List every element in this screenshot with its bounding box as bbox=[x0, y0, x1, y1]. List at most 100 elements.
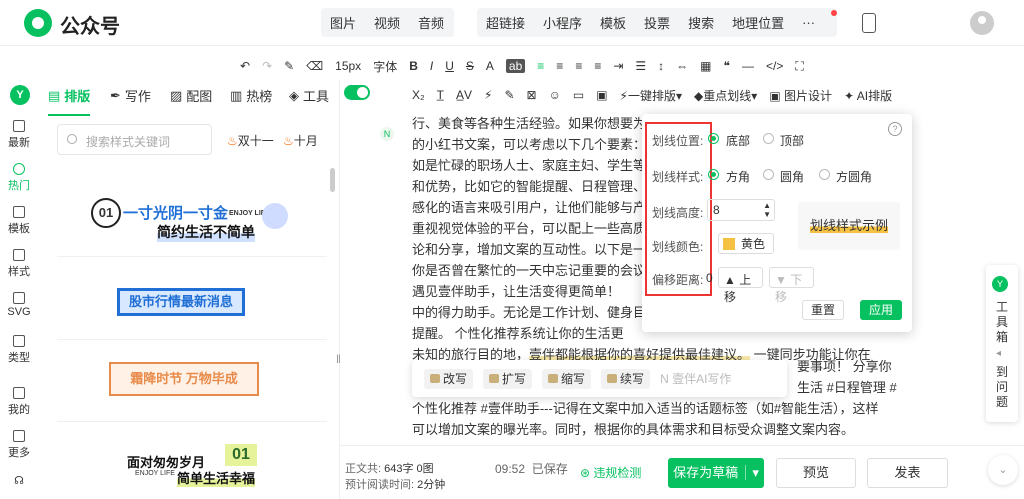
letter-spacing-icon[interactable]: A̲V bbox=[456, 88, 472, 102]
redo-icon[interactable]: ↷ bbox=[262, 59, 272, 73]
font-size-select[interactable]: 15px bbox=[335, 59, 361, 73]
image-icon[interactable]: ⊠ bbox=[527, 88, 537, 102]
radio-bottom[interactable] bbox=[708, 133, 719, 144]
phone-preview-icon[interactable] bbox=[862, 13, 876, 33]
ai-format-button[interactable]: ✦ AI排版 bbox=[844, 87, 892, 104]
align-button[interactable]: ≡ bbox=[537, 59, 544, 73]
stepper-icon[interactable]: ▲ ▼ bbox=[763, 201, 771, 219]
radio-square-label[interactable]: 方角 bbox=[726, 168, 750, 185]
preview-button[interactable]: 预览 bbox=[776, 458, 856, 488]
tab-write[interactable]: ✒ 写作 bbox=[110, 86, 151, 105]
help-icon[interactable]: ? bbox=[888, 122, 902, 136]
html-icon[interactable]: ▭ bbox=[573, 88, 584, 102]
avatar[interactable] bbox=[970, 11, 994, 35]
key-underline-button[interactable]: ◆重点划线▾ bbox=[694, 87, 757, 104]
code-icon[interactable]: </> bbox=[766, 59, 783, 73]
headset-icon[interactable]: ☊ bbox=[0, 474, 38, 487]
nav-template[interactable]: 模板 bbox=[591, 13, 635, 32]
text-effect-icon[interactable]: T̲ bbox=[437, 88, 444, 102]
style-search-input[interactable]: 搜索样式关键词 bbox=[57, 124, 212, 155]
spacing-icon[interactable]: ⇔ bbox=[676, 59, 688, 73]
panel-resize-handle[interactable]: ‖ bbox=[336, 352, 341, 366]
publish-button[interactable]: 发表 bbox=[867, 458, 948, 488]
tab-tools[interactable]: ◈ 工具 bbox=[289, 86, 329, 105]
radio-square-round-label[interactable]: 方圆角 bbox=[836, 168, 872, 185]
subscript-icon[interactable]: X₂ bbox=[412, 88, 425, 102]
ai-writing-label[interactable]: N 壹伴AI写作 bbox=[660, 370, 731, 387]
strike-button[interactable]: S bbox=[466, 59, 474, 73]
chevron-down-icon[interactable]: ▾ bbox=[745, 465, 759, 480]
underline-button[interactable]: U bbox=[445, 59, 454, 73]
radio-round-label[interactable]: 圆角 bbox=[780, 168, 804, 185]
image-design-button[interactable]: ▣ 图片设计 bbox=[769, 87, 832, 104]
clear-format-icon[interactable]: ⌫ bbox=[306, 59, 323, 73]
rewrite-button[interactable]: 改写 bbox=[424, 368, 474, 389]
ai-assist-icon[interactable]: N bbox=[380, 127, 394, 141]
template-card-3[interactable]: 霜降时节 万物毕成 bbox=[57, 340, 327, 422]
nav-image[interactable]: 图片 bbox=[321, 13, 365, 32]
edit-icon[interactable]: ✎ bbox=[504, 88, 514, 102]
move-down-button[interactable]: ▼ 下移 bbox=[769, 267, 814, 304]
nav-link[interactable]: 超链接 bbox=[477, 13, 534, 32]
list-icon[interactable]: ☰ bbox=[635, 59, 646, 73]
quote-icon[interactable]: ❝ bbox=[724, 59, 730, 73]
sidebar-item-more[interactable]: 更多 bbox=[0, 430, 38, 460]
hot-tag-1[interactable]: ♨双十一 bbox=[227, 132, 274, 149]
bold-button[interactable]: B bbox=[409, 59, 418, 73]
font-color-button[interactable]: A bbox=[486, 59, 494, 73]
nav-video[interactable]: 视频 bbox=[365, 13, 409, 32]
save-draft-button[interactable]: 保存为草稿 ▾ bbox=[668, 458, 764, 488]
template-card-2[interactable]: 股市行情最新消息 bbox=[57, 258, 327, 340]
sidebar-item-style[interactable]: 样式 bbox=[0, 249, 38, 279]
nav-search[interactable]: 搜索 bbox=[679, 13, 723, 32]
magic-icon[interactable]: ⚡ bbox=[484, 88, 492, 102]
tab-trending[interactable]: ▥ 热榜 bbox=[230, 86, 272, 105]
scroll-down-button[interactable]: ⌄ bbox=[988, 455, 1018, 485]
sidebar-item-latest[interactable]: 最新 bbox=[0, 120, 38, 150]
move-up-button[interactable]: ▲ 上移 bbox=[718, 267, 763, 304]
align-right-icon[interactable]: ≡ bbox=[594, 59, 601, 73]
sidebar-item-template[interactable]: 模板 bbox=[0, 206, 38, 236]
align-center-icon[interactable]: ≡ bbox=[575, 59, 582, 73]
height-input[interactable]: 8 ▲ ▼ bbox=[707, 199, 775, 221]
shorten-button[interactable]: 缩写 bbox=[542, 368, 592, 389]
apply-button[interactable]: 应用 bbox=[860, 300, 902, 320]
offset-value[interactable]: 0 bbox=[706, 271, 713, 285]
align-left-icon[interactable]: ≡ bbox=[556, 59, 563, 73]
italic-button[interactable]: I bbox=[430, 59, 433, 73]
bag-icon[interactable]: ▣ bbox=[596, 88, 607, 102]
indent-icon[interactable]: ⇥ bbox=[613, 59, 623, 73]
color-select[interactable]: 黄色 bbox=[718, 233, 774, 254]
nav-location[interactable]: 地理位置 bbox=[723, 13, 793, 32]
tab-image[interactable]: ▨ 配图 bbox=[170, 86, 212, 105]
undo-icon[interactable]: ↶ bbox=[240, 59, 250, 73]
sidebar-item-type[interactable]: 类型 bbox=[0, 335, 38, 365]
line-height-icon[interactable]: ↕ bbox=[658, 59, 664, 73]
fullscreen-icon[interactable]: ⛶ bbox=[795, 59, 803, 74]
table-icon[interactable]: ▦ bbox=[700, 59, 711, 73]
radio-square-round[interactable] bbox=[819, 169, 830, 180]
emoji-icon[interactable]: ☺ bbox=[549, 88, 561, 102]
hr-icon[interactable]: — bbox=[742, 59, 754, 73]
panel-toggle[interactable] bbox=[344, 85, 370, 100]
radio-bottom-label[interactable]: 底部 bbox=[726, 132, 750, 149]
bg-color-button[interactable]: ab bbox=[505, 59, 526, 73]
font-family-select[interactable]: 字体 bbox=[373, 58, 397, 75]
nav-more[interactable]: ··· bbox=[793, 15, 824, 30]
radio-top[interactable] bbox=[763, 133, 774, 144]
expand-button[interactable]: 扩写 bbox=[483, 368, 533, 389]
sidebar-item-mine[interactable]: 我的 bbox=[0, 387, 38, 417]
panel-scrollbar[interactable] bbox=[330, 168, 335, 192]
nav-miniprogram[interactable]: 小程序 bbox=[534, 13, 591, 32]
continue-button[interactable]: 续写 bbox=[601, 368, 651, 389]
radio-square[interactable] bbox=[708, 169, 719, 180]
nav-vote[interactable]: 投票 bbox=[635, 13, 679, 32]
radio-round[interactable] bbox=[763, 169, 774, 180]
sidebar-item-hot[interactable]: 热门 bbox=[0, 163, 38, 193]
template-card-1[interactable]: 01 一寸光阴一寸金 ENJOY LIFE 简约生活不简单 bbox=[57, 170, 327, 257]
radio-top-label[interactable]: 顶部 bbox=[780, 132, 804, 149]
template-card-4[interactable]: 面对匆匆岁月 01 ENJOY LIFE 简单生活幸福 bbox=[57, 430, 327, 499]
nav-audio[interactable]: 音频 bbox=[409, 13, 453, 32]
format-brush-icon[interactable]: ✎ bbox=[284, 59, 294, 73]
reset-button[interactable]: 重置 bbox=[802, 300, 844, 320]
